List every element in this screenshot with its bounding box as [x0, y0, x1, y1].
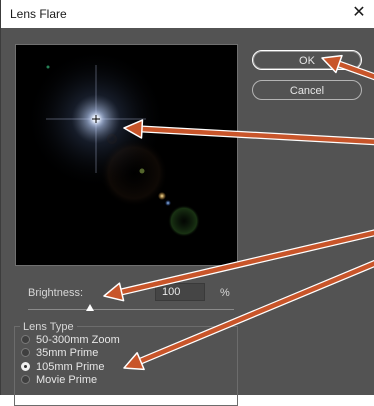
close-icon[interactable]: ✕ — [349, 3, 369, 23]
lens-option-label: 50-300mm Zoom — [36, 334, 120, 346]
lens-flare-dialog: Lens Flare ✕ OK Cancel Brightness: 100 %… — [0, 0, 374, 406]
lens-option-label: Movie Prime — [36, 374, 98, 386]
radio-button[interactable] — [21, 348, 30, 357]
lens-type-legend: Lens Type — [20, 321, 77, 333]
flare-preview-image — [16, 45, 237, 265]
lens-option-label: 35mm Prime — [36, 347, 99, 359]
radio-button[interactable] — [21, 375, 30, 384]
radio-button[interactable] — [21, 335, 30, 344]
brightness-input[interactable] — [155, 283, 205, 301]
percent-unit: % — [220, 287, 230, 299]
flare-preview[interactable] — [15, 44, 238, 266]
radio-button-selected[interactable] — [21, 362, 30, 371]
brightness-slider-track[interactable] — [28, 309, 234, 310]
ok-button[interactable]: OK — [252, 50, 362, 70]
cancel-button[interactable]: Cancel — [252, 80, 362, 100]
title-bar: Lens Flare ✕ — [1, 0, 374, 28]
brightness-label: Brightness: — [28, 287, 84, 299]
brightness-slider-thumb[interactable] — [85, 304, 94, 311]
lens-option-label: 105mm Prime — [36, 361, 105, 373]
dialog-title: Lens Flare — [10, 7, 67, 21]
